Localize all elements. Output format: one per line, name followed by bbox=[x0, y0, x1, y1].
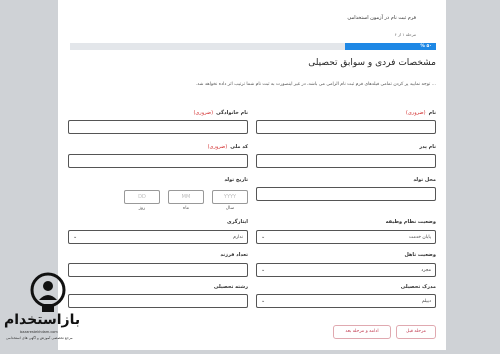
progress-track: ۵۰ % bbox=[70, 43, 436, 50]
national-code-input[interactable] bbox=[68, 154, 248, 168]
required-tag: (ضروری) bbox=[193, 110, 214, 116]
disability-label: ایثارگری bbox=[227, 219, 248, 225]
national-code-label: کد ملی(ضروری) bbox=[207, 144, 248, 150]
registration-form-card: فرم ثبت نام در آزمون استخدامی مرحله ۱ از… bbox=[58, 0, 446, 350]
birth-place-label: محل تولد bbox=[413, 177, 436, 183]
next-step-button[interactable]: ادامه و مرحله بعد bbox=[333, 325, 391, 339]
required-tag: (ضروری) bbox=[405, 110, 426, 116]
logo-brand-text: بازاستخدام bbox=[4, 312, 81, 328]
children-count-label: تعداد فرزند bbox=[220, 252, 248, 258]
section-title: مشخصات فردی و سوابق تحصیلی bbox=[308, 58, 436, 68]
disability-select[interactable]: ندارم ⌄ bbox=[68, 230, 248, 244]
progress-fill: ۵۰ % bbox=[344, 43, 436, 50]
last-name-label: نام خانوادگی(ضروری) bbox=[193, 110, 248, 116]
father-name-input[interactable] bbox=[256, 154, 436, 168]
site-logo: بازاستخدام bazarestekhdam.com مرجع تخصصی… bbox=[0, 270, 96, 350]
step-indicator: مرحله ۱ از ۶ bbox=[394, 32, 416, 37]
marital-status-label: وضعیت تاهل bbox=[404, 252, 436, 258]
chevron-down-icon: ⌄ bbox=[261, 234, 266, 240]
education-label: مدرک تحصیلی bbox=[400, 284, 436, 290]
birth-date-label: تاریخ تولد bbox=[224, 177, 248, 183]
education-select[interactable]: دیپلم ⌄ bbox=[256, 294, 436, 308]
prev-step-button[interactable]: مرحله قبل bbox=[396, 325, 436, 339]
form-title: فرم ثبت نام در آزمون استخدامی bbox=[347, 15, 416, 21]
chevron-down-icon: ⌄ bbox=[73, 234, 78, 240]
birth-place-input[interactable] bbox=[256, 187, 436, 201]
marital-status-select[interactable]: مجرد ⌄ bbox=[256, 263, 436, 277]
education-value: دیپلم bbox=[421, 298, 431, 304]
birth-month-input[interactable]: MM bbox=[168, 190, 204, 204]
military-status-select[interactable]: پایان خدمت ⌄ bbox=[256, 230, 436, 244]
father-name-label: نام پدر bbox=[419, 144, 436, 150]
logo-site-text: bazarestekhdam.com bbox=[20, 330, 58, 334]
chevron-down-icon: ⌄ bbox=[261, 298, 266, 304]
marital-status-value: مجرد bbox=[421, 267, 431, 273]
military-status-label: وضعیت نظام وظیفه bbox=[385, 219, 436, 225]
birth-month-caption: ماه bbox=[182, 206, 190, 211]
chevron-down-icon: ⌄ bbox=[261, 267, 266, 273]
birth-day-caption: روز bbox=[138, 206, 146, 211]
first-name-label: نام(ضروری) bbox=[405, 110, 436, 116]
logo-tagline: مرجع تخصصی آموزش و آگهی های استخدامی bbox=[6, 336, 73, 340]
disability-value: ندارم bbox=[233, 234, 243, 240]
first-name-input[interactable] bbox=[256, 120, 436, 134]
birth-year-caption: سال bbox=[225, 206, 235, 211]
birth-day-input[interactable]: DD bbox=[124, 190, 160, 204]
progress-percent: ۵۰ % bbox=[420, 44, 432, 49]
last-name-input[interactable] bbox=[68, 120, 248, 134]
field-of-study-label: رشته تحصیلی bbox=[213, 284, 248, 290]
form-notice: ... توجه نمایید پر کردن تمامی فیلدهای فر… bbox=[195, 82, 436, 87]
required-tag: (ضروری) bbox=[207, 144, 228, 150]
birth-year-input[interactable]: YYYY bbox=[212, 190, 248, 204]
military-status-value: پایان خدمت bbox=[409, 234, 431, 240]
